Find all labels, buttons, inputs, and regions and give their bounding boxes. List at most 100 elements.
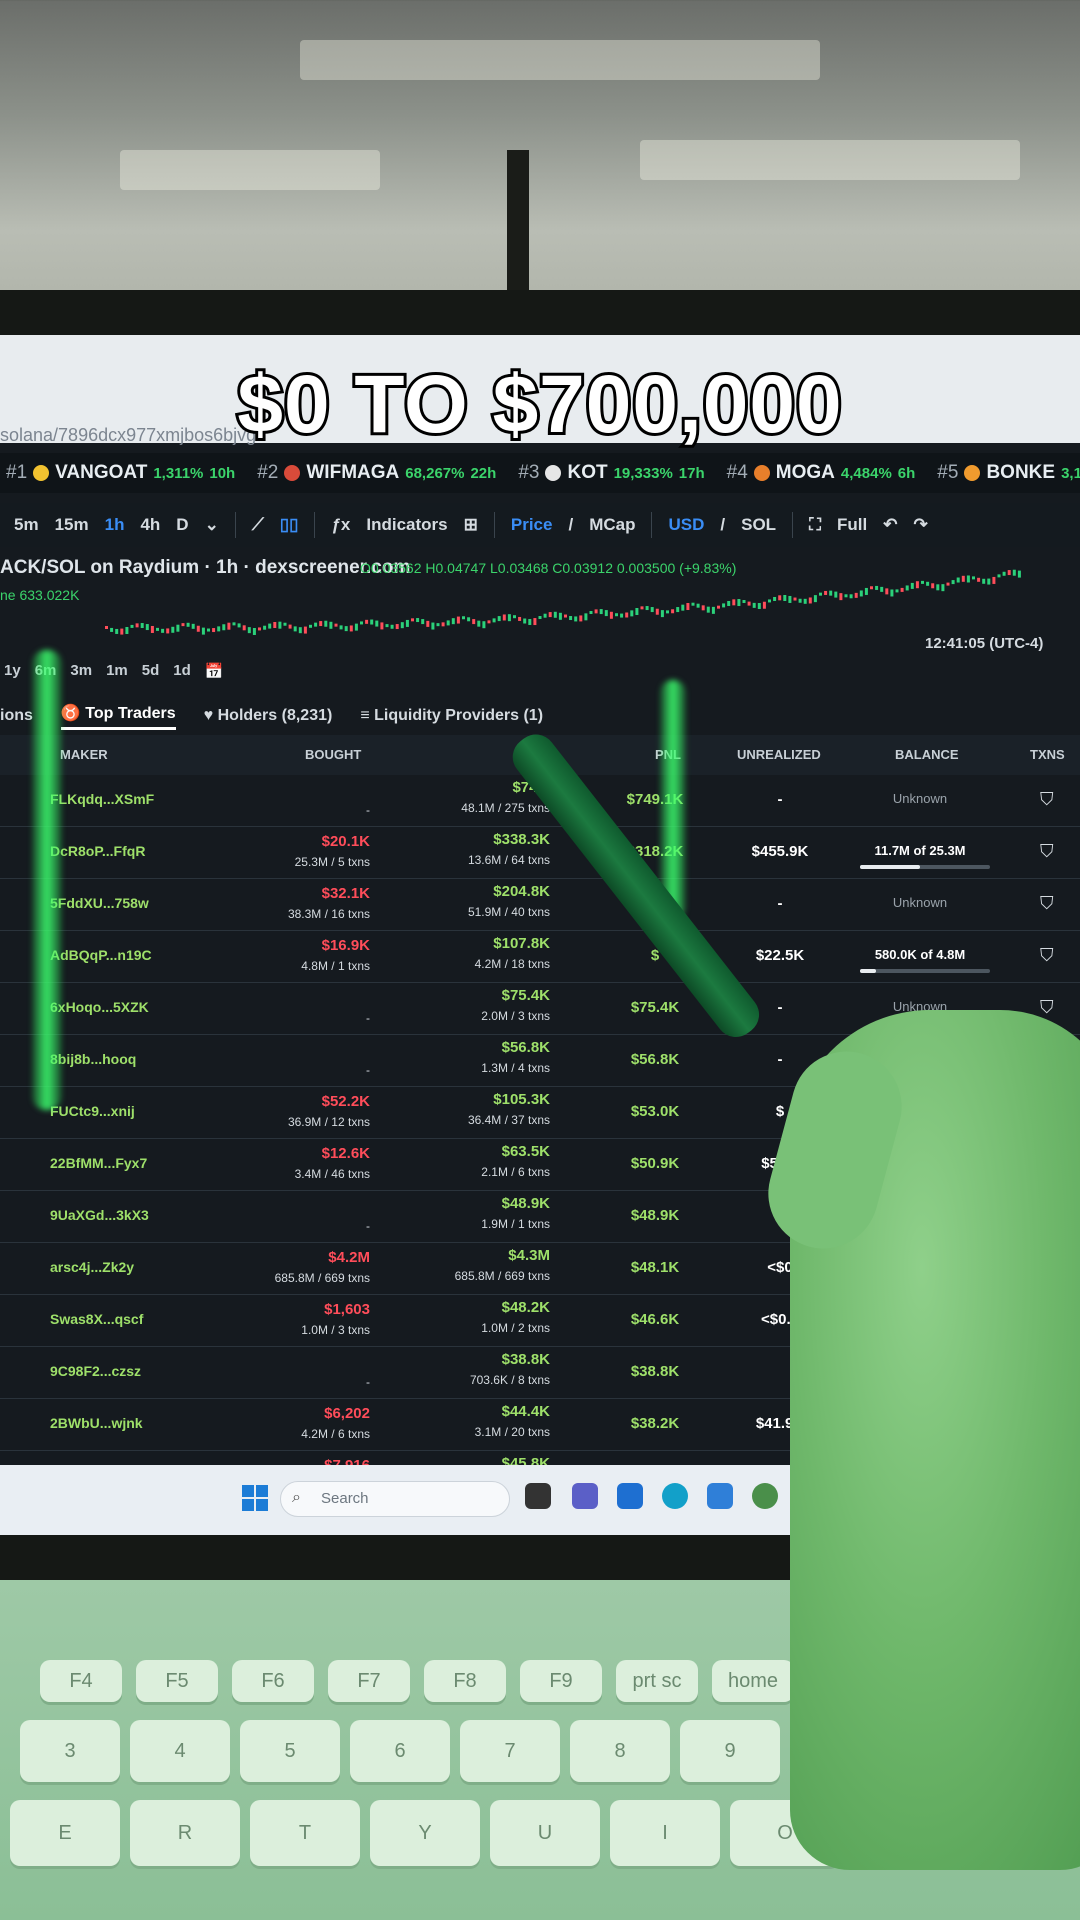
maker-address[interactable]: Swas8X...qscf: [50, 1311, 143, 1327]
maker-address[interactable]: 8bij8b...hooq: [50, 1051, 136, 1067]
token-name: KOT: [567, 462, 608, 483]
price-chart[interactable]: [100, 555, 1040, 645]
trending-token[interactable]: #3 KOT 19,333% 17h: [518, 462, 704, 484]
calendar-icon[interactable]: 📅: [205, 662, 224, 680]
pnl-value: $75.4K: [630, 999, 680, 1016]
keyboard-key[interactable]: F7: [328, 1660, 410, 1702]
keyboard-key[interactable]: 7: [460, 1720, 560, 1782]
mail-icon[interactable]: [617, 1483, 643, 1509]
teams-icon[interactable]: [572, 1483, 598, 1509]
token-name: BONKE: [986, 462, 1056, 483]
maker-address[interactable]: 2BWbU...wjnk: [50, 1415, 143, 1431]
candlestick-icon[interactable]: ▯▯: [280, 515, 299, 535]
redo-icon[interactable]: ↷: [913, 515, 927, 535]
line-chart-icon[interactable]: ⟋: [252, 515, 264, 535]
timeframe-4h[interactable]: 4h: [140, 515, 160, 535]
filter-icon[interactable]: ⛉: [1040, 893, 1054, 914]
range-3m[interactable]: 3m: [70, 662, 92, 680]
price-toggle[interactable]: Price: [511, 515, 553, 535]
filter-icon[interactable]: ⛉: [1040, 789, 1054, 810]
keyboard-key[interactable]: 9: [680, 1720, 780, 1782]
range-1m[interactable]: 1m: [106, 662, 128, 680]
maker-address[interactable]: arsc4j...Zk2y: [50, 1259, 134, 1275]
tab-top-traders[interactable]: ♉ Top Traders: [60, 703, 176, 730]
store-icon[interactable]: [707, 1483, 733, 1509]
maker-address[interactable]: 9UaXGd...3kX3: [50, 1207, 149, 1223]
candle: [309, 624, 312, 628]
tab-liquidity-providers[interactable]: ≡ Liquidity Providers (1): [360, 707, 543, 725]
column-maker[interactable]: MAKER: [60, 747, 108, 762]
tab-holders[interactable]: ♥ Holders (8,231): [204, 707, 333, 725]
range-1y[interactable]: 1y: [4, 662, 21, 680]
column-txns[interactable]: TXNS: [1030, 747, 1065, 762]
maker-address[interactable]: FUCtc9...xnij: [50, 1103, 135, 1119]
undo-icon[interactable]: ↶: [883, 515, 897, 535]
timeframe-d[interactable]: D: [176, 515, 188, 535]
maker-address[interactable]: DcR8oP...FfqR: [50, 843, 145, 859]
layout-grid-icon[interactable]: ⊞: [464, 515, 478, 535]
trending-token[interactable]: #4 MOGA 4,484% 6h: [727, 462, 916, 484]
trending-token[interactable]: #5BONKE3,123%3h: [937, 462, 1080, 484]
table-row[interactable]: 5FddXU...758w $32.1K 38.3M / 16 txns $204.8…: [0, 879, 1080, 931]
table-row[interactable]: AdBQqP...n19C $16.9K 4.8M / 1 txns $107.8K 4…: [0, 931, 1080, 983]
keyboard-key[interactable]: 4: [130, 1720, 230, 1782]
usd-toggle[interactable]: USD: [668, 515, 704, 535]
tab-transactions[interactable]: ions: [0, 707, 33, 725]
table-row[interactable]: DcR8oP...FfqR $20.1K 25.3M / 5 txns $338.3K…: [0, 827, 1080, 879]
keyboard-key[interactable]: prt sc: [616, 1660, 698, 1702]
timeframe-15m[interactable]: 15m: [55, 515, 89, 535]
keyboard-key[interactable]: F4: [40, 1660, 122, 1702]
taskbar-search-input[interactable]: Search: [280, 1481, 510, 1517]
keyboard-key[interactable]: F9: [520, 1660, 602, 1702]
range-5d[interactable]: 5d: [142, 662, 160, 680]
column-bought[interactable]: BOUGHT: [305, 747, 361, 762]
keyboard-key[interactable]: 3: [20, 1720, 120, 1782]
maker-address[interactable]: 22BfMM...Fyx7: [50, 1155, 147, 1171]
chevron-down-icon[interactable]: ⌄: [205, 515, 219, 535]
keyboard-key[interactable]: home: [712, 1660, 794, 1702]
token-change: 3,123%: [1061, 464, 1080, 482]
keyboard-key[interactable]: I: [610, 1800, 720, 1866]
keyboard-key[interactable]: F8: [424, 1660, 506, 1702]
trending-token[interactable]: #1 VANGOAT 1,311% 10h: [6, 462, 235, 484]
trending-rank: #5: [937, 462, 959, 483]
keyboard-key[interactable]: 8: [570, 1720, 670, 1782]
windows-start-icon[interactable]: [242, 1485, 268, 1511]
keyboard-key[interactable]: Y: [370, 1800, 480, 1866]
keyboard-key[interactable]: U: [490, 1800, 600, 1866]
sold-detail: 51.9M / 40 txns: [467, 905, 550, 919]
keyboard-key[interactable]: E: [10, 1800, 120, 1866]
chrome-icon[interactable]: [752, 1483, 778, 1509]
maker-address[interactable]: 6xHoqo...5XZK: [50, 999, 149, 1015]
trending-token[interactable]: #2 WIFMAGA 68,267% 22h: [257, 462, 496, 484]
maker-address[interactable]: 9C98F2...czsz: [50, 1363, 141, 1379]
maker-address[interactable]: AdBQqP...n19C: [50, 947, 152, 963]
column-unrealized[interactable]: UNREALIZED: [737, 747, 821, 762]
full-button[interactable]: Full: [837, 515, 867, 535]
indicators-button[interactable]: Indicators: [366, 515, 447, 535]
filter-icon[interactable]: ⛉: [1040, 997, 1054, 1018]
sol-toggle[interactable]: SOL: [741, 515, 776, 535]
filter-icon[interactable]: ⛉: [1040, 945, 1054, 966]
keyboard-key[interactable]: R: [130, 1800, 240, 1866]
maker-address[interactable]: 5FddXU...758w: [50, 895, 149, 911]
fullscreen-icon[interactable]: ⛶: [809, 515, 821, 535]
timeframe-5m[interactable]: 5m: [14, 515, 39, 535]
timeframe-1h[interactable]: 1h: [105, 515, 125, 535]
edge-browser-icon[interactable]: [662, 1483, 688, 1509]
keyboard-key[interactable]: F6: [232, 1660, 314, 1702]
file-explorer-icon[interactable]: [525, 1483, 551, 1509]
trending-rank: #2: [257, 462, 279, 483]
keyboard-key[interactable]: F5: [136, 1660, 218, 1702]
mcap-toggle[interactable]: MCap: [589, 515, 635, 535]
keyboard-key[interactable]: 6: [350, 1720, 450, 1782]
candle: [839, 593, 843, 601]
candle: [829, 590, 833, 596]
keyboard-key[interactable]: T: [250, 1800, 360, 1866]
keyboard-key[interactable]: 5: [240, 1720, 340, 1782]
column-balance[interactable]: BALANCE: [895, 747, 959, 762]
divider: [651, 512, 653, 538]
filter-icon[interactable]: ⛉: [1040, 841, 1054, 862]
maker-address[interactable]: FLKqdq...XSmF: [50, 791, 154, 807]
range-1d[interactable]: 1d: [173, 662, 191, 680]
